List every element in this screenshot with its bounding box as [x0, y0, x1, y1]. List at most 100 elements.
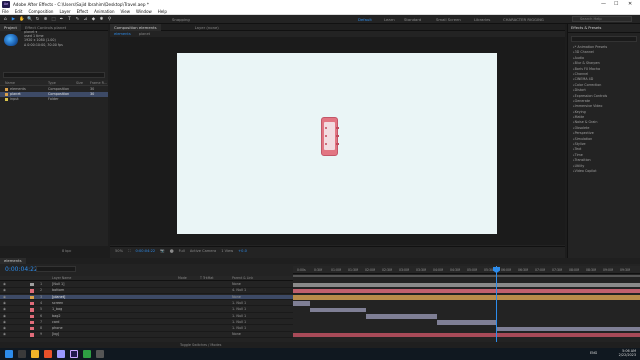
layer-duration-bar[interactable] [497, 326, 640, 332]
mask-vertex[interactable] [325, 127, 327, 129]
label-color-swatch[interactable] [30, 320, 34, 325]
subtab-elements[interactable]: elements [110, 32, 135, 36]
start-icon[interactable] [5, 350, 13, 358]
label-color-swatch[interactable] [30, 295, 34, 299]
zoom-tool-icon[interactable]: 🔍 [27, 17, 32, 22]
visibility-eye-icon[interactable]: ◉ [3, 288, 6, 292]
parent-link-select[interactable]: 1. Null 1 [232, 314, 246, 318]
channel-icon[interactable]: ⬤ [170, 249, 174, 253]
phone-illustration[interactable] [321, 117, 339, 156]
eraser-tool-icon[interactable]: ◆ [91, 17, 96, 22]
layer-duration-bar[interactable] [293, 301, 310, 306]
layer-name[interactable]: 1_bag [52, 307, 62, 311]
subtab-planet[interactable]: planet [135, 32, 154, 36]
layer-name[interactable]: [bg] [52, 332, 59, 336]
layer-duration-bar[interactable] [366, 314, 437, 319]
layer-duration-bar[interactable] [293, 288, 640, 294]
parent-link-select[interactable]: 4. Null 1 [232, 288, 246, 292]
layer-duration-bar[interactable] [293, 332, 640, 338]
layer-name[interactable]: card [52, 320, 59, 324]
menu-layer[interactable]: Layer [59, 9, 70, 14]
visibility-eye-icon[interactable]: ◉ [3, 282, 6, 286]
menu-composition[interactable]: Composition [28, 9, 53, 14]
layer-name[interactable]: bottom [52, 288, 64, 292]
timeline-current-time[interactable]: 0:00:04:22 [5, 266, 38, 273]
system-clock[interactable]: 5:06 AM 2/22/2023 [619, 349, 636, 358]
clone-stamp-icon[interactable]: ⊿ [83, 17, 88, 22]
column-size[interactable]: Size [76, 81, 83, 85]
label-color-swatch[interactable] [30, 283, 34, 287]
menu-effect[interactable]: Effect [77, 9, 89, 14]
layer-duration-bar[interactable] [293, 282, 640, 288]
views-select[interactable]: 1 View [221, 249, 233, 253]
visibility-eye-icon[interactable]: ◉ [3, 332, 6, 336]
menu-edit[interactable]: Edit [15, 9, 23, 14]
toggle-switches-modes[interactable]: Toggle Switches / Modes [180, 343, 221, 347]
selection-tool-icon[interactable]: ▶ [11, 17, 16, 22]
menu-view[interactable]: View [121, 9, 131, 14]
layer-name[interactable]: bag2 [52, 314, 61, 318]
column-name[interactable]: Name [5, 81, 15, 85]
minimize-button[interactable]: — [601, 1, 606, 7]
visibility-eye-icon[interactable]: ◉ [3, 326, 6, 330]
workspace-standard[interactable]: Standard [404, 17, 421, 22]
workspace-character-rigging[interactable]: CHARACTER RIGGING [503, 17, 544, 22]
layer-row[interactable]: ◉ 8 phone 1. Null 1 [0, 326, 293, 332]
file-explorer-icon[interactable] [31, 350, 39, 358]
layer-name[interactable]: [Null 1] [52, 282, 64, 286]
snapping-checkbox[interactable]: Snapping [172, 17, 190, 22]
menu-window[interactable]: Window [136, 9, 152, 14]
label-color-swatch[interactable] [30, 289, 34, 293]
search-icon[interactable] [18, 350, 26, 358]
tab-timeline-elements[interactable]: elements [0, 258, 26, 264]
column-type[interactable]: Type [48, 81, 56, 85]
mask-handle[interactable] [336, 127, 339, 129]
workspace-learn[interactable]: Learn [384, 17, 395, 22]
rotate-tool-icon[interactable]: ↻ [35, 17, 40, 22]
brush-tool-icon[interactable]: ✎ [75, 17, 80, 22]
mask-handle[interactable] [336, 143, 339, 145]
label-color-swatch[interactable] [30, 301, 34, 306]
column-trkmat[interactable]: T TrkMat [200, 276, 214, 280]
effects-search-input[interactable] [571, 36, 637, 42]
search-help-input[interactable]: Search Help [572, 16, 632, 22]
parent-link-select[interactable]: 1. Null 1 [232, 326, 246, 330]
close-button[interactable]: ✕ [628, 1, 632, 7]
app-icon[interactable] [83, 350, 91, 358]
layer-name[interactable]: screen [52, 301, 63, 305]
layer-row[interactable]: ◉ 3 [planet] None [0, 294, 293, 301]
camera-select[interactable]: Active Camera [190, 249, 216, 253]
timeline-search-input[interactable] [36, 266, 76, 272]
workspace-small-screen[interactable]: Small Screen [436, 17, 461, 22]
layer-row[interactable]: ◉ 4 screen 1. Null 1 [0, 301, 293, 307]
current-time-indicator[interactable] [496, 266, 497, 348]
maximize-button[interactable]: ☐ [614, 1, 618, 7]
layer-row[interactable]: ◉ 2 bottom 4. Null 1 [0, 288, 293, 294]
menu-help[interactable]: Help [158, 9, 167, 14]
premiere-icon[interactable] [57, 350, 65, 358]
bpc-indicator[interactable]: 8 bpc [62, 249, 71, 253]
resolution-select[interactable]: Full [179, 249, 185, 253]
visibility-eye-icon[interactable]: ◉ [3, 301, 6, 305]
mask-vertex[interactable] [325, 135, 327, 137]
layer-duration-bar[interactable] [437, 320, 497, 325]
pen-tool-icon[interactable]: ✒ [59, 17, 64, 22]
anchor-tool-icon[interactable]: ⊕ [43, 17, 48, 22]
layer-row[interactable]: ◉ 7 card 1. Null 1 [0, 320, 293, 326]
visibility-eye-icon[interactable]: ◉ [3, 320, 6, 324]
parent-link-select[interactable]: None [232, 282, 241, 286]
safe-zones-icon[interactable]: ⛶ [128, 249, 131, 253]
layer-row[interactable]: ◉ 1 [Null 1] None [0, 282, 293, 288]
effects-panel-title[interactable]: Effects & Presets [568, 24, 640, 33]
effects-category[interactable]: Video Copilot [568, 169, 640, 174]
work-area-bar[interactable] [293, 275, 640, 277]
label-color-swatch[interactable] [30, 327, 34, 331]
visibility-eye-icon[interactable]: ◉ [3, 307, 6, 311]
tab-layer[interactable]: Layer (none) [191, 24, 223, 31]
parent-link-select[interactable]: 1. Null 1 [232, 307, 246, 311]
layer-duration-bar[interactable] [310, 307, 366, 313]
layer-row[interactable]: ◉ 6 bag2 1. Null 1 [0, 314, 293, 320]
workspace-default[interactable]: Default [358, 17, 372, 22]
parent-link-select[interactable]: None [232, 332, 241, 336]
tab-composition[interactable]: Composition elements [110, 23, 161, 31]
